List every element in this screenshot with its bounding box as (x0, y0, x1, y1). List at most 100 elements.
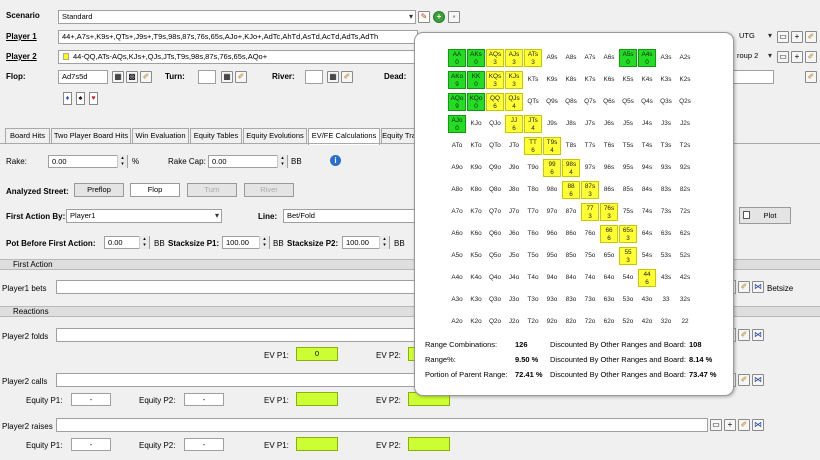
matrix-cell[interactable]: A3o (448, 291, 466, 309)
player1-add-icon[interactable]: + (791, 31, 803, 43)
matrix-cell[interactable]: Q6s (600, 93, 618, 111)
rake-cap-input[interactable]: 0.00 (208, 155, 288, 168)
pot-input[interactable]: 0.00 (104, 236, 150, 249)
matrix-cell[interactable]: 93s (657, 159, 675, 177)
flop-random-icon[interactable]: ▩ (126, 71, 138, 83)
matrix-cell[interactable]: AKs 0 (467, 49, 485, 67)
matrix-cell[interactable]: 73o (581, 291, 599, 309)
matrix-cell[interactable]: 42s (676, 269, 694, 287)
tab-equity-tables[interactable]: Equity Tables (190, 128, 242, 144)
matrix-cell[interactable]: J5s (619, 115, 637, 133)
matrix-cell[interactable]: J6s (600, 115, 618, 133)
matrix-cell[interactable]: 77 3 (581, 203, 599, 221)
matrix-cell[interactable]: QTo (486, 137, 504, 155)
matrix-cell[interactable]: J7s (581, 115, 599, 133)
player1-position-select[interactable]: UTG (736, 30, 774, 44)
matrix-cell[interactable]: 72o (581, 313, 599, 331)
matrix-cell[interactable]: J5o (505, 247, 523, 265)
matrix-cell[interactable]: QJo (486, 115, 504, 133)
matrix-cell[interactable]: K8s (562, 71, 580, 89)
matrix-cell[interactable]: A3s (657, 49, 675, 67)
player2-add-icon[interactable]: + (791, 51, 803, 63)
river-pick-icon[interactable]: ▦ (327, 71, 339, 83)
matrix-cell[interactable]: 55 3 (619, 247, 637, 265)
stack2-input[interactable]: 100.00 (342, 236, 390, 249)
matrix-cell[interactable]: 98s 4 (562, 159, 580, 177)
matrix-cell[interactable]: A8o (448, 181, 466, 199)
matrix-cell[interactable]: T9o (524, 159, 542, 177)
dead-clear-icon[interactable]: ✐ (805, 71, 817, 83)
turn-pick-icon[interactable]: ▦ (221, 71, 233, 83)
matrix-cell[interactable]: Q2s (676, 93, 694, 111)
tab-win-evaluation[interactable]: Win Evaluation (132, 128, 189, 144)
matrix-cell[interactable]: K5o (467, 247, 485, 265)
matrix-cell[interactable]: 62s (676, 225, 694, 243)
player2-raises-range-input[interactable] (56, 418, 708, 432)
flop-pick-icon[interactable]: ▦ (112, 71, 124, 83)
matrix-cell[interactable]: 54o (619, 269, 637, 287)
matrix-cell[interactable]: TT 6 (524, 137, 542, 155)
matrix-cell[interactable]: 95s (619, 159, 637, 177)
matrix-cell[interactable]: 65s 3 (619, 225, 637, 243)
matrix-cell[interactable]: A4o (448, 269, 466, 287)
matrix-cell[interactable]: 75o (581, 247, 599, 265)
matrix-cell[interactable]: A5s 0 (619, 49, 637, 67)
matrix-cell[interactable]: 43s (657, 269, 675, 287)
matrix-cell[interactable]: 84s (638, 181, 656, 199)
add-scenario-icon[interactable]: + (433, 11, 445, 23)
rake-input[interactable]: 0.00 (48, 155, 128, 168)
river-input[interactable] (305, 70, 323, 84)
turn-input[interactable] (198, 70, 216, 84)
matrix-cell[interactable]: A7s (581, 49, 599, 67)
matrix-cell[interactable]: ATo (448, 137, 466, 155)
matrix-cell[interactable]: 64o (600, 269, 618, 287)
matrix-cell[interactable]: Q9s (543, 93, 561, 111)
tab-two-player-board-hits[interactable]: Two Player Board Hits (51, 128, 131, 144)
matrix-cell[interactable]: KJo (467, 115, 485, 133)
matrix-cell[interactable]: T5s (619, 137, 637, 155)
scenario-select[interactable]: Standard (58, 10, 416, 24)
matrix-cell[interactable]: 33 (657, 291, 675, 309)
matrix-cell[interactable]: 73s (657, 203, 675, 221)
matrix-cell[interactable]: 42o (638, 313, 656, 331)
matrix-cell[interactable]: 44 6 (638, 269, 656, 287)
matrix-cell[interactable]: QTs (524, 93, 542, 111)
dead-input[interactable] (732, 70, 774, 84)
matrix-cell[interactable]: K9o (467, 159, 485, 177)
matrix-cell[interactable]: 93o (543, 291, 561, 309)
p1-bets-range-icon[interactable]: ⋈ (752, 281, 764, 293)
spade-card-icon[interactable]: ♠ (76, 92, 85, 105)
matrix-cell[interactable]: 96s (600, 159, 618, 177)
matrix-cell[interactable]: T8s (562, 137, 580, 155)
player2-range-icon[interactable]: ▭ (777, 51, 789, 63)
matrix-cell[interactable]: 83s (657, 181, 675, 199)
matrix-cell[interactable]: 74s (638, 203, 656, 221)
matrix-cell[interactable]: KK 0 (467, 71, 485, 89)
matrix-cell[interactable]: JTs 4 (524, 115, 542, 133)
matrix-cell[interactable]: K7s (581, 71, 599, 89)
matrix-cell[interactable]: T2s (676, 137, 694, 155)
stack1-input[interactable]: 100.00 (222, 236, 270, 249)
matrix-cell[interactable]: QJs 4 (505, 93, 523, 111)
edit-scenario-icon[interactable]: ✎ (418, 11, 430, 23)
matrix-cell[interactable]: K4s (638, 71, 656, 89)
matrix-cell[interactable]: 82s (676, 181, 694, 199)
plot-checkbox[interactable] (743, 211, 750, 219)
matrix-cell[interactable]: 99 6 (543, 159, 561, 177)
matrix-cell[interactable]: T6o (524, 225, 542, 243)
matrix-cell[interactable]: K8o (467, 181, 485, 199)
matrix-cell[interactable]: 92s (676, 159, 694, 177)
turn-clear-icon[interactable]: ✐ (235, 71, 247, 83)
p2-raises-clear-icon[interactable]: ✐ (738, 419, 750, 431)
matrix-cell[interactable]: 22 (676, 313, 694, 331)
matrix-cell[interactable]: 64s (638, 225, 656, 243)
player2-clear-icon[interactable]: ✐ (805, 51, 817, 63)
matrix-cell[interactable]: 87s 3 (581, 181, 599, 199)
player1-clear-icon[interactable]: ✐ (805, 31, 817, 43)
matrix-cell[interactable]: Q7s (581, 93, 599, 111)
matrix-cell[interactable]: K4o (467, 269, 485, 287)
tab-board-hits[interactable]: Board Hits (5, 128, 50, 144)
player1-range-input[interactable]: 44+,A7s+,K9s+,QTs+,J9s+,T9s,98s,87s,76s,… (58, 30, 418, 44)
p2-raises-add-icon[interactable]: + (724, 419, 736, 431)
matrix-cell[interactable]: 98o (543, 181, 561, 199)
